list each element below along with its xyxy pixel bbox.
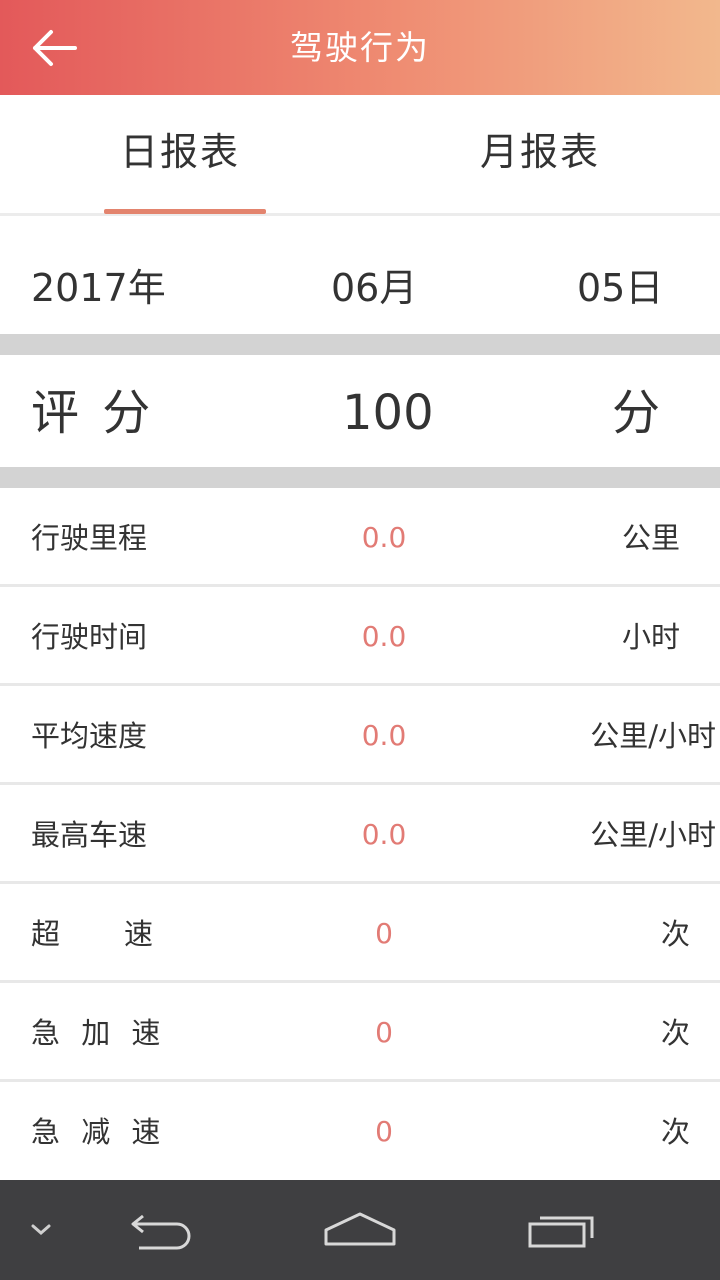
app-header: 驾驶行为 [0,0,720,95]
section-divider [0,334,720,355]
stat-row-speeding: 超 速 0 次 [0,884,720,983]
date-month[interactable]: 06月 [331,216,417,334]
back-arrow-icon [131,1214,191,1250]
nav-recent-apps-button[interactable] [512,1180,612,1280]
home-icon [324,1212,396,1246]
stat-row-avg-speed: 平均速度 0.0 公里/小时 [0,686,720,785]
stat-unit: 公里 [621,521,680,555]
stat-label: 急 减 速 [31,1115,167,1149]
stat-unit: 次 [660,1115,690,1149]
stat-row-distance: 行驶里程 0.0 公里 [0,488,720,587]
section-divider [0,467,720,488]
stat-label: 最高车速 [31,818,148,852]
date-selector: 2017年 06月 05日 [0,216,720,334]
score-row: 评 分 100 分 [0,355,720,467]
report-tabs: 日报表 月报表 [0,95,720,216]
stat-value: 0 [375,917,393,950]
stat-row-hard-braking: 急 减 速 0 次 [0,1082,720,1178]
stat-unit: 公里/小时 [590,818,716,852]
stat-value: 0.0 [361,620,407,653]
score-label: 评 分 [31,385,155,441]
hide-keyboard-button[interactable] [16,1180,66,1280]
date-year[interactable]: 2017年 [31,216,166,334]
stat-unit: 小时 [621,620,680,654]
page-title: 驾驶行为 [290,28,430,67]
active-tab-indicator [104,209,266,214]
chevron-down-icon [31,1224,51,1235]
stat-label: 超 速 [31,917,156,951]
stat-label: 行驶里程 [31,521,148,555]
stat-row-drive-time: 行驶时间 0.0 小时 [0,587,720,686]
stat-row-hard-acceleration: 急 加 速 0 次 [0,983,720,1082]
date-day[interactable]: 05日 [577,216,663,334]
tab-daily-report[interactable]: 日报表 [0,95,360,213]
stat-unit: 公里/小时 [590,719,716,753]
nav-back-button[interactable] [110,1180,210,1280]
stat-value: 0 [375,1115,393,1148]
score-unit: 分 [612,385,661,441]
stat-unit: 次 [660,917,690,951]
score-value: 100 [342,385,434,441]
stat-value: 0.0 [361,719,407,752]
stat-label: 平均速度 [31,719,148,753]
stat-value: 0 [375,1016,393,1049]
stat-value: 0.0 [361,818,407,851]
stat-unit: 次 [660,1016,690,1050]
tab-monthly-report[interactable]: 月报表 [360,95,720,213]
stat-value: 0.0 [361,521,407,554]
nav-home-button[interactable] [310,1180,410,1280]
stat-row-max-speed: 最高车速 0.0 公里/小时 [0,785,720,884]
stat-label: 急 加 速 [31,1016,167,1050]
stat-label: 行驶时间 [31,620,148,654]
recent-apps-icon [528,1216,594,1248]
system-nav-bar [0,1180,720,1280]
